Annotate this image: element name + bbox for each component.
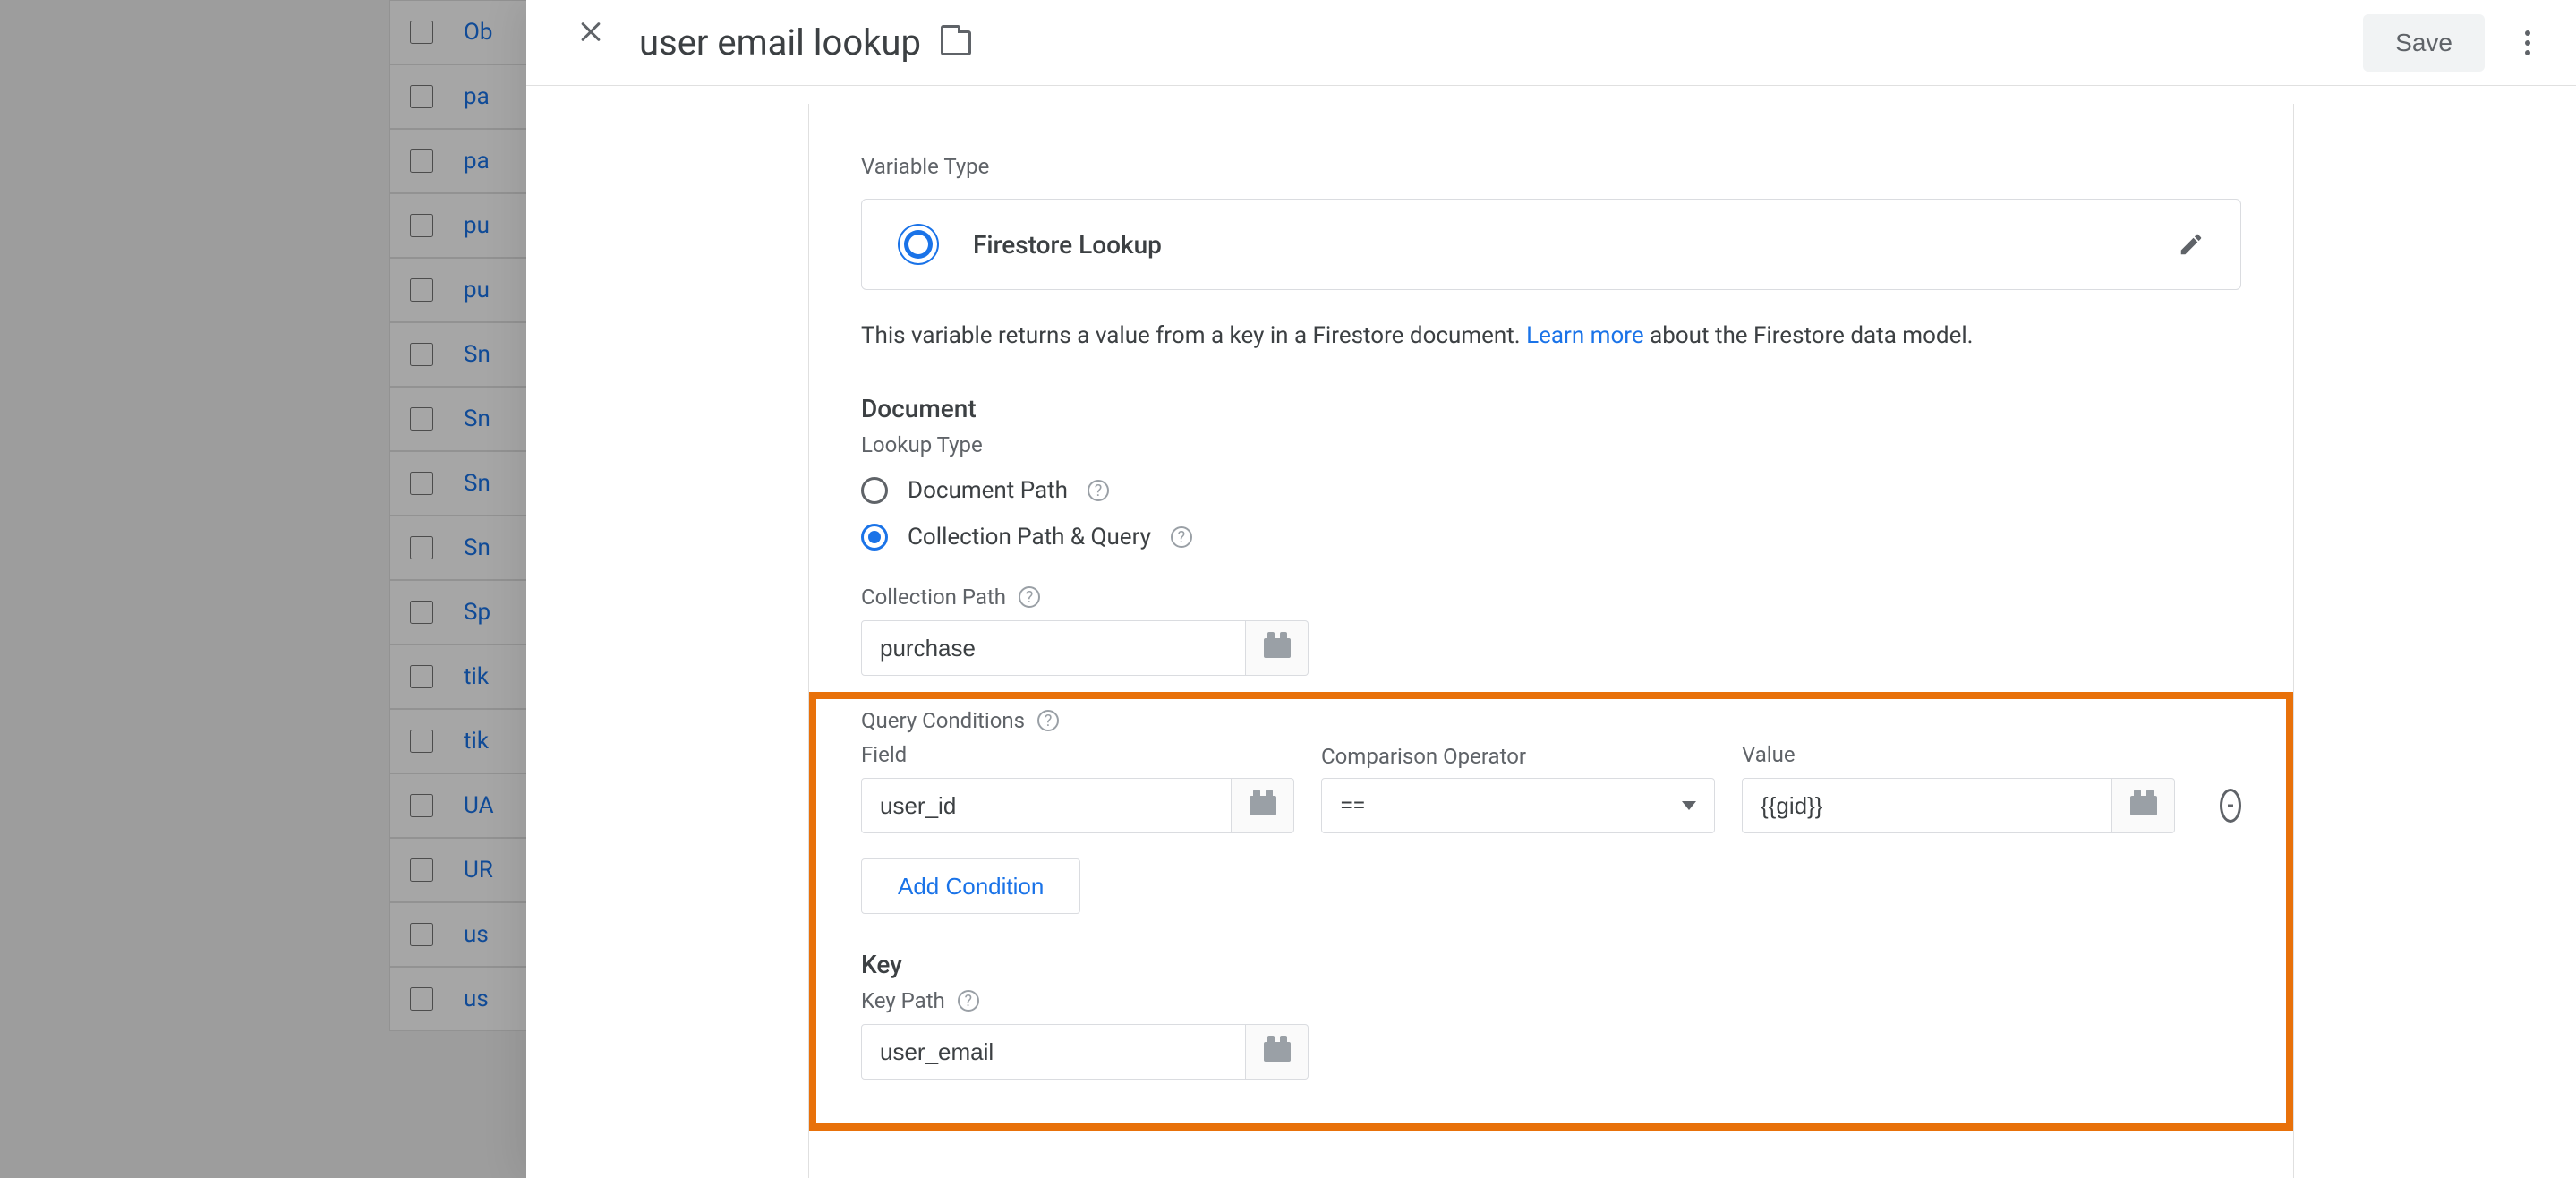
table-row[interactable]: tik <box>389 644 542 709</box>
row-checkbox[interactable] <box>410 601 433 624</box>
gear-icon <box>908 235 928 254</box>
row-link[interactable]: UR <box>464 857 493 884</box>
row-link[interactable]: us <box>464 986 489 1012</box>
row-link[interactable]: Sn <box>464 470 490 497</box>
row-link[interactable]: pu <box>464 212 490 239</box>
row-link[interactable]: pu <box>464 277 490 303</box>
row-link[interactable]: pa <box>464 83 490 110</box>
help-icon[interactable]: ? <box>1088 480 1109 501</box>
more-button[interactable] <box>2503 18 2553 68</box>
table-row[interactable]: Sn <box>389 451 542 516</box>
row-link[interactable]: Sp <box>464 599 490 626</box>
row-checkbox[interactable] <box>410 149 433 173</box>
radio-document-path-label: Document Path <box>908 477 1068 504</box>
row-checkbox[interactable] <box>410 987 433 1011</box>
table-row[interactable]: pu <box>389 258 542 322</box>
lookup-type-label: Lookup Type <box>861 432 2241 457</box>
table-row[interactable]: Sn <box>389 387 542 451</box>
row-checkbox[interactable] <box>410 343 433 366</box>
row-link[interactable]: Sn <box>464 405 490 432</box>
table-row[interactable]: pa <box>389 129 542 193</box>
radio-collection-query-label: Collection Path & Query <box>908 524 1151 551</box>
close-button[interactable] <box>553 18 603 68</box>
panel-body: Variable Type Firestore Lookup This vari… <box>526 86 2576 1178</box>
panel-title: user email lookup <box>639 21 921 64</box>
radio-icon <box>861 477 888 504</box>
row-link[interactable]: us <box>464 921 489 948</box>
table-row[interactable]: us <box>389 967 542 1031</box>
table-row[interactable]: Sn <box>389 516 542 580</box>
row-link[interactable]: UA <box>464 792 494 819</box>
lego-icon <box>1250 796 1276 815</box>
row-checkbox[interactable] <box>410 858 433 882</box>
row-link[interactable]: tik <box>464 663 489 690</box>
table-row[interactable]: Sp <box>389 580 542 644</box>
lego-icon <box>2130 796 2157 815</box>
table-row[interactable]: Ob <box>389 0 542 64</box>
row-checkbox[interactable] <box>410 794 433 817</box>
row-checkbox[interactable] <box>410 214 433 237</box>
radio-document-path[interactable]: Document Path ? <box>861 477 2241 504</box>
table-row[interactable]: Sn <box>389 322 542 387</box>
row-checkbox[interactable] <box>410 536 433 559</box>
row-checkbox[interactable] <box>410 472 433 495</box>
save-button[interactable]: Save <box>2363 14 2485 72</box>
collection-path-input[interactable] <box>861 620 1246 676</box>
radio-icon <box>861 524 888 551</box>
row-link[interactable]: Sn <box>464 341 490 368</box>
folder-icon[interactable] <box>941 30 971 55</box>
firestore-icon <box>898 224 939 265</box>
background-variable-list: Ob pa pa pu pu Sn Sn Sn Sn Sp tik tik UA UR us us <box>389 0 542 1031</box>
table-row[interactable]: pu <box>389 193 542 258</box>
radio-collection-query[interactable]: Collection Path & Query ? <box>861 524 2241 551</box>
table-row[interactable]: tik <box>389 709 542 773</box>
variable-type-description: This variable returns a value from a key… <box>861 322 2241 349</box>
row-checkbox[interactable] <box>410 923 433 946</box>
row-link[interactable]: Ob <box>464 19 493 46</box>
edit-icon <box>2178 231 2205 258</box>
learn-more-link[interactable]: Learn more <box>1526 322 1644 349</box>
close-icon <box>566 30 591 55</box>
document-section-title: Document <box>861 394 2241 423</box>
panel-header: user email lookup Save <box>526 0 2576 86</box>
collection-path-input-wrap <box>861 620 2241 676</box>
row-checkbox[interactable] <box>410 85 433 108</box>
row-checkbox[interactable] <box>410 278 433 302</box>
remove-condition-button[interactable] <box>2220 789 2241 823</box>
collection-path-label: Collection Path ? <box>861 585 2241 610</box>
table-row[interactable]: UA <box>389 773 542 838</box>
table-row[interactable]: us <box>389 902 542 967</box>
row-link[interactable]: tik <box>464 728 489 755</box>
help-icon[interactable]: ? <box>1019 586 1040 608</box>
row-checkbox[interactable] <box>410 730 433 753</box>
help-icon[interactable]: ? <box>1171 526 1192 548</box>
row-link[interactable]: pa <box>464 148 490 175</box>
variable-type-name: Firestore Lookup <box>973 230 2178 260</box>
highlight-box <box>809 692 2293 1131</box>
table-row[interactable]: UR <box>389 838 542 902</box>
variable-type-label: Variable Type <box>861 154 2241 179</box>
table-row[interactable]: pa <box>389 64 542 129</box>
more-vert-icon <box>2525 30 2530 55</box>
row-link[interactable]: Sn <box>464 534 490 561</box>
lego-icon <box>1264 1042 1291 1062</box>
lego-icon <box>1264 638 1291 658</box>
variable-type-selector[interactable]: Firestore Lookup <box>861 199 2241 290</box>
row-checkbox[interactable] <box>410 21 433 44</box>
variable-config-panel: user email lookup Save Variable Type Fir… <box>526 0 2576 1178</box>
row-checkbox[interactable] <box>410 407 433 431</box>
variable-picker-button[interactable] <box>1246 620 1309 676</box>
config-card: Variable Type Firestore Lookup This vari… <box>808 104 2294 1178</box>
row-checkbox[interactable] <box>410 665 433 688</box>
